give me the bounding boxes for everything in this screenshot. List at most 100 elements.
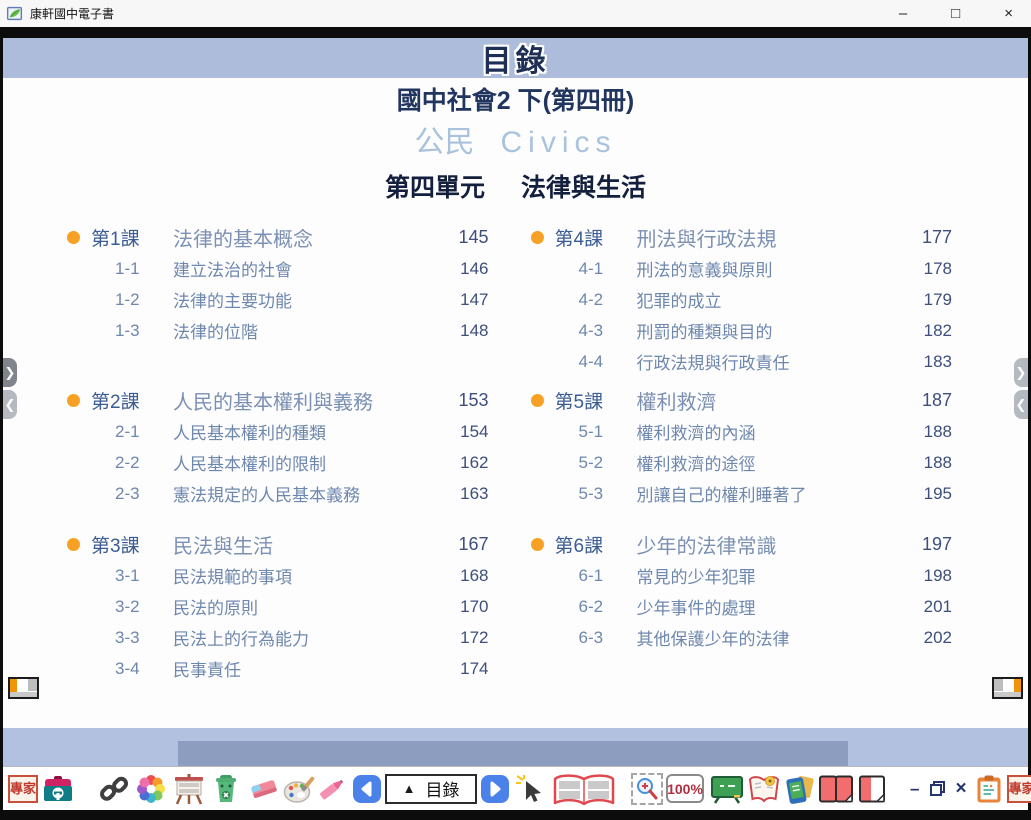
section-row[interactable]: 4-2犯罪的成立179 [529, 284, 953, 315]
page-selector[interactable]: ▲ 目錄 [385, 774, 477, 804]
section-row[interactable]: 1-3法律的位階148 [65, 315, 489, 346]
section-number: 6-1 [555, 566, 637, 586]
section-title: 建立法治的社會 [173, 256, 431, 281]
two-page-view-icon [818, 774, 854, 804]
section-page-number: 154 [431, 422, 489, 442]
section-row[interactable]: 3-1民法規範的事項168 [65, 560, 489, 591]
lesson-row[interactable]: 第2課人民的基本權利與義務153 [65, 385, 489, 416]
section-row[interactable]: 5-3別讓自己的權利睡著了195 [529, 478, 953, 509]
tablet-icon [783, 773, 815, 805]
section-title: 憲法規定的人民基本義務 [173, 481, 431, 506]
window-minimize-button[interactable]: – [899, 0, 907, 27]
lesson-row[interactable]: 第1課法律的基本概念145 [65, 222, 489, 253]
lesson-label: 第4課 [555, 224, 637, 251]
section-page-number: 168 [431, 566, 489, 586]
lesson-group: 第1課法律的基本概念1451-1建立法治的社會1461-2法律的主要功能1471… [65, 222, 489, 385]
window-maximize-button[interactable]: □ [951, 0, 960, 27]
paint-button[interactable] [283, 773, 315, 805]
bottom-scroll-track[interactable] [3, 728, 1028, 766]
expert-badge-button[interactable]: 專家 [1007, 775, 1031, 803]
section-row[interactable]: 5-1權利救濟的內涵188 [529, 416, 953, 447]
notes-clipboard-button[interactable] [975, 774, 1003, 804]
lesson-title: 人民的基本權利與義務 [173, 386, 431, 415]
section-page-number: 178 [894, 259, 952, 279]
section-row[interactable]: 2-2人民基本權利的限制162 [65, 447, 489, 478]
chalkboard-button[interactable] [710, 774, 744, 804]
section-row[interactable]: 1-1建立法治的社會146 [65, 253, 489, 284]
link-button[interactable] [100, 775, 128, 803]
whiteboard-button[interactable] [173, 773, 205, 805]
highlighter-button[interactable] [319, 775, 345, 803]
section-page-number: 163 [431, 484, 489, 504]
expert-badge-icon: 專家 [1007, 775, 1031, 803]
page-corner-right-button[interactable] [992, 677, 1023, 699]
toolbar-restore-button[interactable] [929, 780, 946, 797]
prev-page-button[interactable] [353, 775, 381, 803]
lesson-bullet-icon [531, 231, 544, 244]
expert-mode-button[interactable]: 專家 [8, 775, 38, 803]
page-title: 目錄 [482, 36, 550, 80]
section-row[interactable]: 4-3刑罰的種類與目的182 [529, 315, 953, 346]
zoom-magnifier-icon [634, 776, 660, 802]
window-close-button[interactable]: × [1004, 0, 1013, 27]
section-row[interactable]: 4-4行政法規與行政責任183 [529, 346, 953, 377]
section-title: 犯罪的成立 [637, 287, 895, 312]
subject-zh: 公民 [415, 124, 475, 162]
nav-back-icon[interactable]: ❮ [3, 390, 17, 419]
section-page-number: 195 [894, 484, 952, 504]
toolbar-close-button[interactable]: × [955, 778, 966, 800]
lesson-row[interactable]: 第3課民法與生活167 [65, 529, 489, 560]
section-row[interactable]: 6-1常見的少年犯罪198 [529, 560, 953, 591]
delete-button[interactable] [211, 774, 241, 804]
table-of-contents: 第1課法律的基本概念1451-1建立法治的社會1461-2法律的主要功能1471… [3, 222, 1028, 684]
open-book-view-button[interactable] [551, 770, 617, 808]
lesson-row[interactable]: 第4課刑法與行政法規177 [529, 222, 953, 253]
subject-title: 公民 Civics [3, 124, 1028, 162]
section-row[interactable]: 3-3民法上的行為能力172 [65, 622, 489, 653]
section-number: 4-3 [555, 321, 637, 341]
toolbox-button[interactable] [42, 774, 74, 804]
link-icon [100, 775, 128, 803]
section-row[interactable]: 5-2權利救濟的途徑188 [529, 447, 953, 478]
section-number: 3-2 [91, 597, 173, 617]
toolbar-minimize-button[interactable]: – [910, 779, 919, 799]
zoom-tool-button[interactable] [631, 773, 663, 805]
tablet-button[interactable] [783, 773, 815, 805]
scrollbar-thumb[interactable] [178, 741, 848, 766]
section-number: 2-1 [91, 422, 173, 442]
section-page-number: 183 [894, 352, 952, 372]
zoom-level-badge[interactable]: 100% [666, 774, 704, 803]
next-arrow-icon [486, 780, 504, 798]
workbook-button[interactable] [747, 774, 781, 804]
nav-forward-icon[interactable]: ❯ [1014, 358, 1028, 387]
nav-forward-icon[interactable]: ❯ [3, 358, 17, 387]
ebook-page: 目錄 國中社會2 下(第四冊) 公民 Civics 第四單元 法律與生活 第1課… [3, 38, 1028, 810]
section-number: 1-2 [91, 290, 173, 310]
eraser-button[interactable] [249, 774, 279, 804]
section-page-number: 198 [894, 566, 952, 586]
section-number: 3-3 [91, 628, 173, 648]
section-page-number: 188 [894, 453, 952, 473]
clipboard-icon [975, 774, 1003, 804]
section-row[interactable]: 4-1刑法的意義與原則178 [529, 253, 953, 284]
section-row[interactable]: 1-2法律的主要功能147 [65, 284, 489, 315]
section-row[interactable]: 6-3其他保護少年的法律202 [529, 622, 953, 653]
lesson-row[interactable]: 第5課權利救濟187 [529, 385, 953, 416]
two-page-view-button[interactable] [818, 774, 854, 804]
window-titlebar: 康軒國中電子書 – □ × [0, 0, 1031, 27]
pointer-tool-button[interactable] [515, 774, 545, 804]
section-row[interactable]: 2-1人民基本權利的種類154 [65, 416, 489, 447]
section-number: 2-2 [91, 453, 173, 473]
next-page-button[interactable] [481, 775, 509, 803]
section-row[interactable]: 2-3憲法規定的人民基本義務163 [65, 478, 489, 509]
section-row[interactable]: 6-2少年事件的處理201 [529, 591, 953, 622]
page-corner-left-button[interactable] [8, 677, 39, 699]
section-row[interactable]: 3-4民事責任174 [65, 653, 489, 684]
section-row[interactable]: 3-2民法的原則170 [65, 591, 489, 622]
lesson-bullet-icon [67, 538, 80, 551]
one-page-view-button[interactable] [858, 774, 886, 804]
lesson-label: 第3課 [91, 531, 173, 558]
lesson-row[interactable]: 第6課少年的法律常識197 [529, 529, 953, 560]
color-tools-button[interactable] [136, 774, 166, 804]
nav-back-icon[interactable]: ❮ [1014, 390, 1028, 419]
